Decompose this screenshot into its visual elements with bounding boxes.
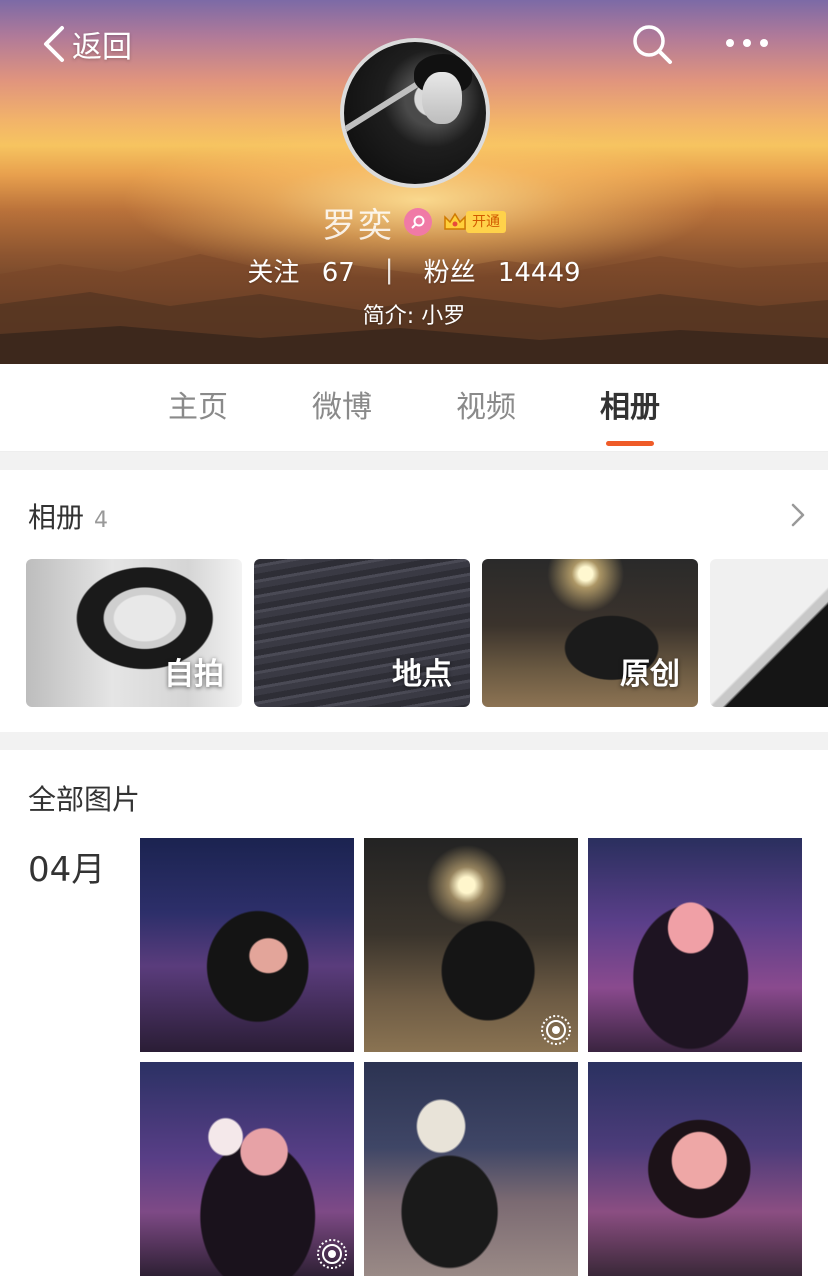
bio: 简介: 小罗 <box>362 304 466 329</box>
crown-icon <box>444 212 466 230</box>
live-photo-icon <box>317 1239 347 1269</box>
followers-count: 14449 <box>497 257 581 288</box>
album-label: 原创 <box>620 657 680 692</box>
back-button[interactable]: 返回 <box>40 22 132 66</box>
section-divider <box>0 732 828 750</box>
vip-label: 开通 <box>466 211 506 233</box>
more-icon[interactable] <box>722 28 772 58</box>
followers-stat[interactable]: 粉丝 14449 <box>424 252 581 289</box>
album-selfie[interactable]: 自拍 <box>26 559 242 707</box>
female-icon <box>404 208 432 236</box>
albums-count: 4 <box>94 508 109 533</box>
user-name: 罗奕 <box>322 205 394 246</box>
avatar[interactable] <box>340 38 490 188</box>
back-label: 返回 <box>72 30 132 65</box>
album-label: 地点 <box>392 657 452 692</box>
profile-banner: 返回 罗奕 开通 关注 67 | 粉丝 14449 简介: 小罗 <box>0 0 828 364</box>
name-row: 罗奕 开通 <box>0 200 828 246</box>
albums-section: 相册 4 自拍 地点 原创 <box>0 470 828 732</box>
followers-label: 粉丝 <box>423 257 476 288</box>
photo-thumbnail[interactable] <box>364 1062 578 1276</box>
album-fourth[interactable] <box>710 559 828 707</box>
album-original[interactable]: 原创 <box>482 559 698 707</box>
albums-title: 相册 <box>28 501 85 534</box>
live-photo-icon <box>541 1015 571 1045</box>
following-count: 67 <box>321 257 355 288</box>
album-place[interactable]: 地点 <box>254 559 470 707</box>
photo-thumbnail[interactable] <box>140 838 354 1052</box>
tab-album[interactable]: 相册 <box>558 364 702 452</box>
following-label: 关注 <box>247 257 300 288</box>
tab-home[interactable]: 主页 <box>126 364 270 452</box>
chevron-right-icon[interactable] <box>788 502 808 528</box>
search-icon[interactable] <box>630 22 674 66</box>
tab-video[interactable]: 视频 <box>414 364 558 452</box>
albums-header[interactable]: 相册 4 <box>28 496 108 536</box>
all-photos-section: 全部图片 04月 <box>0 750 828 1279</box>
photo-thumbnail[interactable] <box>364 838 578 1052</box>
photo-thumbnail[interactable] <box>588 1062 802 1276</box>
stats-row: 关注 67 | 粉丝 14449 <box>0 252 828 288</box>
profile-page: 返回 罗奕 开通 关注 67 | 粉丝 14449 简介: 小罗 主页 微博 视… <box>0 0 828 1279</box>
month-label: 04月 <box>28 850 106 890</box>
all-photos-title: 全部图片 <box>28 783 141 816</box>
album-strip: 自拍 地点 原创 <box>26 559 828 707</box>
following-stat[interactable]: 关注 67 <box>247 252 354 289</box>
tab-weibo[interactable]: 微博 <box>270 364 414 452</box>
vip-badge[interactable]: 开通 <box>442 208 506 236</box>
chevron-left-icon <box>44 26 64 62</box>
profile-tabs: 主页 微博 视频 相册 <box>0 364 828 452</box>
section-divider <box>0 452 828 470</box>
photo-thumbnail[interactable] <box>140 1062 354 1276</box>
photo-thumbnail[interactable] <box>588 838 802 1052</box>
album-label: 自拍 <box>164 657 224 692</box>
stats-separator: | <box>384 255 394 285</box>
